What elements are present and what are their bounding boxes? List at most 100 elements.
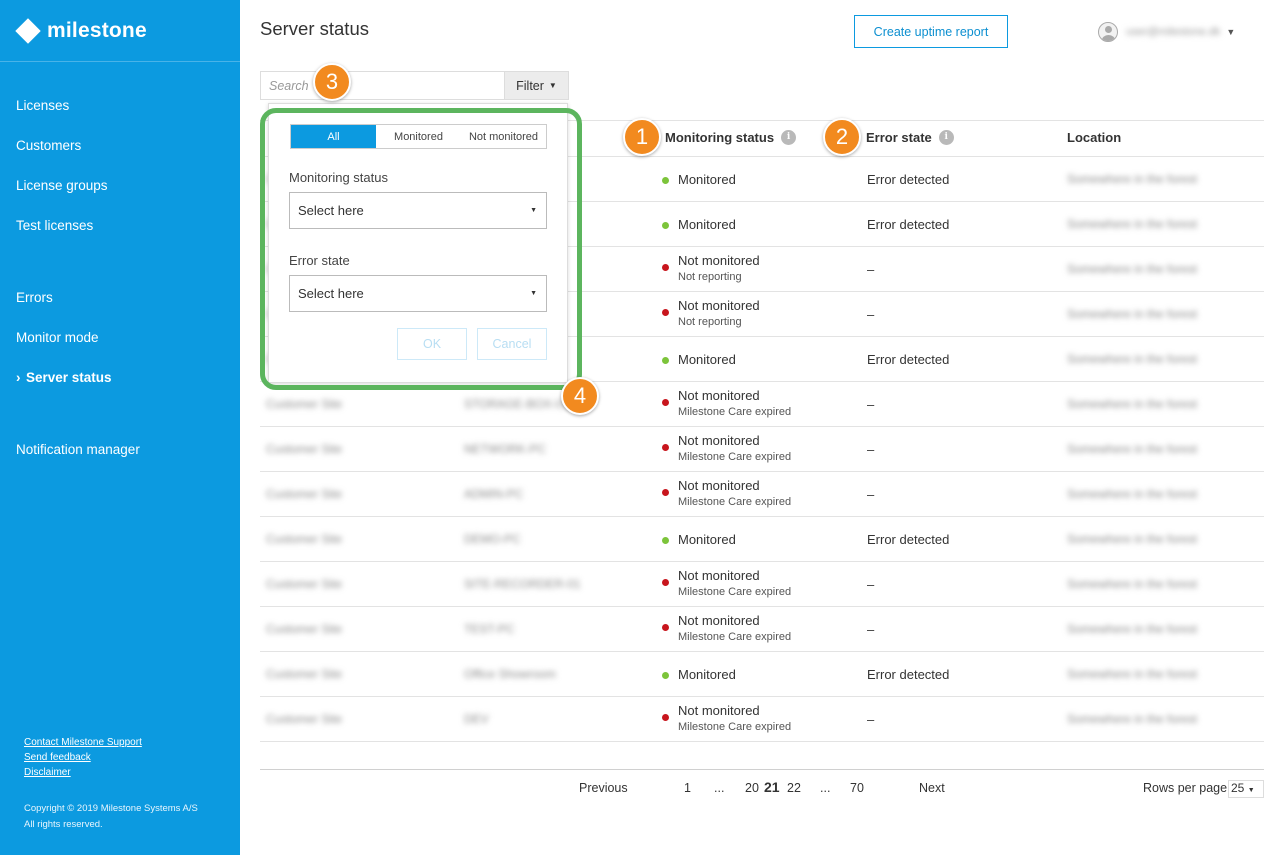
status-segmented-control: All Monitored Not monitored	[290, 124, 547, 149]
error-state-cell: –	[867, 307, 875, 322]
sidebar-item-monitor-mode[interactable]: Monitor mode	[16, 330, 99, 345]
filter-button[interactable]: Filter ▼	[504, 71, 569, 100]
monitoring-status-value: Select here	[298, 203, 364, 218]
error-state-select[interactable]: Select here ▼	[289, 275, 547, 312]
status-dot-icon	[662, 357, 669, 364]
customer-cell: Customer Site	[266, 577, 343, 591]
status-text: Monitored	[678, 172, 736, 187]
user-avatar-icon	[1098, 22, 1118, 42]
copyright: Copyright © 2019 Milestone Systems A/S A…	[24, 801, 198, 833]
chevron-right-icon: ›	[16, 370, 21, 385]
error-state-cell: –	[867, 577, 875, 592]
server-cell: DEV	[464, 712, 489, 726]
column-header-label: Monitoring status	[665, 130, 775, 145]
table-row[interactable]: Customer Site DEV Not monitored Milestone C…	[260, 697, 1264, 742]
status-subtext: Not reporting	[678, 316, 742, 328]
table-row[interactable]: Customer Site Office Showroom Monitored Err…	[260, 652, 1264, 697]
server-cell: NETWORK-PC	[464, 442, 546, 456]
table-row[interactable]: Customer Site TEST-PC Not monitored Milesto…	[260, 607, 1264, 652]
brand[interactable]: milestone	[0, 0, 240, 62]
status-text: Monitored	[678, 217, 736, 232]
server-cell: STORAGE-BOX-01	[464, 397, 570, 411]
location-cell: Somewhere in the forest	[1067, 352, 1198, 366]
error-state-cell: Error detected	[867, 217, 950, 232]
monitoring-status-select[interactable]: Select here ▼	[289, 192, 547, 229]
segment-all[interactable]: All	[291, 125, 376, 148]
status-subtext: Not reporting	[678, 271, 742, 283]
milestone-logo-icon	[15, 17, 41, 44]
send-feedback-link[interactable]: Send feedback	[24, 750, 142, 765]
previous-page-button[interactable]: Previous	[579, 781, 628, 795]
info-icon[interactable]: i	[938, 130, 954, 145]
disclaimer-link[interactable]: Disclaimer	[24, 765, 142, 780]
error-state-value: Select here	[298, 286, 364, 301]
status-subtext: Milestone Care expired	[678, 721, 792, 733]
table-row[interactable]: Customer Site STORAGE-BOX-01 Not monitored…	[260, 382, 1264, 427]
user-email: user@milestone.dk	[1126, 26, 1221, 38]
error-state-cell: –	[867, 397, 875, 412]
status-text: Monitored	[678, 352, 736, 367]
status-dot-icon	[662, 264, 669, 271]
status-dot-icon	[662, 672, 669, 679]
status-dot-icon	[662, 222, 669, 229]
search-input[interactable]	[260, 71, 505, 100]
copyright-text: Copyright © 2019 Milestone Systems A/S	[24, 803, 198, 814]
info-icon[interactable]: i	[781, 130, 797, 145]
page-link-22[interactable]: 22	[787, 781, 801, 795]
footer-links: Contact Milestone Support Send feedback …	[24, 735, 142, 780]
rows-per-page-select[interactable]: 25 ▼	[1228, 780, 1264, 798]
status-dot-icon	[662, 444, 669, 451]
customer-cell: Customer Site	[266, 397, 343, 411]
sidebar-item-notification-manager[interactable]: Notification manager	[16, 442, 140, 457]
location-cell: Somewhere in the forest	[1067, 577, 1198, 591]
location-cell: Somewhere in the forest	[1067, 397, 1198, 411]
sidebar-item-errors[interactable]: Errors	[16, 290, 53, 305]
table-row[interactable]: Customer Site DEMO-PC Monitored Error detec…	[260, 517, 1264, 562]
column-header-location[interactable]: Location	[1067, 130, 1121, 145]
sidebar-item-test-licenses[interactable]: Test licenses	[16, 218, 93, 233]
table-row[interactable]: Customer Site ADMIN-PC Not monitored Milest…	[260, 472, 1264, 517]
callout-2: 2	[823, 118, 861, 156]
status-text: Monitored	[678, 532, 736, 547]
status-subtext: Milestone Care expired	[678, 496, 792, 508]
error-state-label: Error state	[289, 253, 350, 268]
status-text: Not monitored	[678, 568, 760, 583]
error-state-cell: –	[867, 442, 875, 457]
create-uptime-report-button[interactable]: Create uptime report	[854, 15, 1008, 48]
contact-support-link[interactable]: Contact Milestone Support	[24, 735, 142, 750]
user-menu[interactable]: user@milestone.dk ▼	[1098, 22, 1235, 42]
status-text: Not monitored	[678, 613, 760, 628]
column-header-monitoring-status[interactable]: Monitoring status i	[665, 130, 797, 145]
ok-button[interactable]: OK	[397, 328, 467, 360]
page-link-20[interactable]: 20	[745, 781, 759, 795]
location-cell: Somewhere in the forest	[1067, 487, 1198, 501]
table-row[interactable]: Customer Site SITE-RECORDER-01 Not monitor…	[260, 562, 1264, 607]
next-page-button[interactable]: Next	[919, 781, 945, 795]
location-cell: Somewhere in the forest	[1067, 442, 1198, 456]
caret-down-icon: ▼	[530, 207, 537, 214]
column-header-label: Error state	[866, 130, 932, 145]
status-dot-icon	[662, 399, 669, 406]
cancel-button[interactable]: Cancel	[477, 328, 547, 360]
status-subtext: Milestone Care expired	[678, 406, 792, 418]
sidebar-item-customers[interactable]: Customers	[16, 138, 81, 153]
status-text: Monitored	[678, 667, 736, 682]
rows-per-page-value: 25	[1231, 781, 1245, 795]
segment-monitored[interactable]: Monitored	[376, 125, 461, 148]
table-row[interactable]: Customer Site NETWORK-PC Not monitored Mile…	[260, 427, 1264, 472]
page-link-1[interactable]: 1	[684, 781, 691, 795]
page-ellipsis: ...	[714, 781, 725, 795]
server-cell: DEMO-PC	[464, 532, 521, 546]
page-link-70[interactable]: 70	[850, 781, 864, 795]
customer-cell: Customer Site	[266, 622, 343, 636]
callout-3: 3	[313, 63, 351, 101]
rows-per-page-label: Rows per page	[1143, 781, 1228, 795]
page-title: Server status	[260, 18, 369, 39]
column-header-error-state[interactable]: Error state i	[866, 130, 954, 145]
segment-not-monitored[interactable]: Not monitored	[461, 125, 546, 148]
error-state-cell: Error detected	[867, 352, 950, 367]
sidebar-item-licenses[interactable]: Licenses	[16, 98, 69, 113]
sidebar-item-license-groups[interactable]: License groups	[16, 178, 108, 193]
pagination-border	[260, 769, 1264, 770]
sidebar-item-server-status[interactable]: › Server status	[16, 370, 112, 385]
